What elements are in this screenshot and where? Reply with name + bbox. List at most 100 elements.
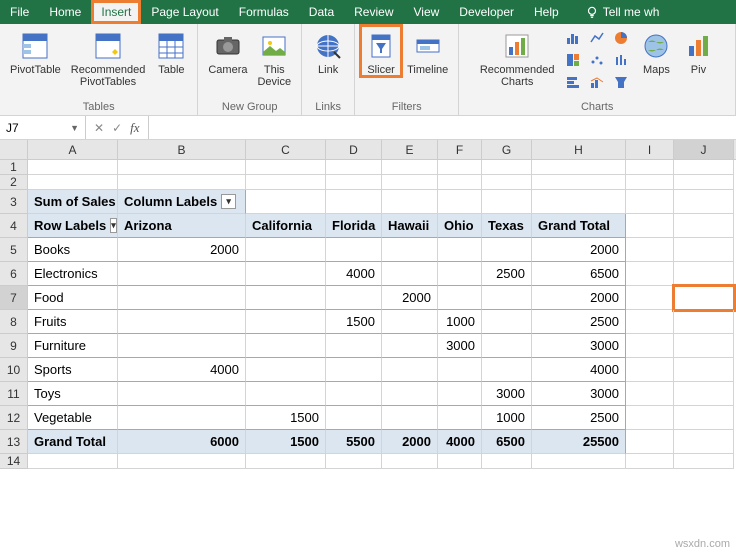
cell[interactable] (674, 454, 734, 469)
pie-chart-button[interactable] (610, 28, 632, 48)
tab-view[interactable]: View (404, 0, 450, 24)
row-header[interactable]: 6 (0, 262, 28, 286)
row-header[interactable]: 3 (0, 190, 28, 214)
cell[interactable] (674, 238, 734, 262)
cell[interactable] (326, 160, 382, 175)
row-header[interactable]: 8 (0, 310, 28, 334)
cell[interactable] (438, 190, 482, 214)
cell[interactable] (626, 175, 674, 190)
pivot-cell[interactable] (326, 358, 382, 382)
timeline-button[interactable]: Timeline (403, 26, 452, 76)
tab-home[interactable]: Home (39, 0, 91, 24)
pivot-cell[interactable] (326, 238, 382, 262)
row-header[interactable]: 12 (0, 406, 28, 430)
pivot-cell[interactable]: 4000 (326, 262, 382, 286)
pivot-grand-total[interactable]: 2000 (382, 430, 438, 454)
row-header[interactable]: 14 (0, 454, 28, 469)
pivot-col-header[interactable]: Florida (326, 214, 382, 238)
col-header[interactable]: H (532, 140, 626, 159)
row-header[interactable]: 11 (0, 382, 28, 406)
col-header[interactable]: I (626, 140, 674, 159)
cell[interactable] (674, 160, 734, 175)
pivot-cell[interactable]: 1000 (438, 310, 482, 334)
cell[interactable] (438, 454, 482, 469)
cell[interactable] (626, 334, 674, 358)
pivot-cell[interactable]: 2000 (532, 286, 626, 310)
tab-review[interactable]: Review (344, 0, 403, 24)
cell[interactable] (674, 214, 734, 238)
fx-icon[interactable]: fx (130, 120, 139, 136)
pivot-cell[interactable] (246, 262, 326, 286)
pivot-row-label[interactable]: Furniture (28, 334, 118, 358)
pivot-cell[interactable] (382, 238, 438, 262)
dropdown-icon[interactable] (110, 218, 117, 233)
tab-help[interactable]: Help (524, 0, 569, 24)
cell[interactable] (674, 430, 734, 454)
pivot-cell[interactable]: 2500 (532, 310, 626, 334)
pivot-cell[interactable] (326, 334, 382, 358)
pivot-cell[interactable] (246, 286, 326, 310)
cell[interactable] (382, 454, 438, 469)
bar-chart-button[interactable] (562, 72, 584, 92)
pivot-row-labels[interactable]: Row Labels (28, 214, 118, 238)
pivot-cell[interactable] (246, 238, 326, 262)
pivot-grand-total[interactable]: 1500 (246, 430, 326, 454)
cell[interactable] (674, 262, 734, 286)
name-box[interactable]: J7▼ (0, 116, 86, 139)
maps-button[interactable]: Maps (636, 26, 676, 76)
pivot-grand-total[interactable]: 5500 (326, 430, 382, 454)
cell[interactable] (28, 454, 118, 469)
pivot-cell[interactable] (382, 382, 438, 406)
cell[interactable] (532, 190, 626, 214)
pivot-cell[interactable]: 4000 (532, 358, 626, 382)
pivot-cell[interactable] (438, 238, 482, 262)
pivot-cell[interactable] (246, 310, 326, 334)
cell[interactable] (246, 175, 326, 190)
row-header[interactable]: 2 (0, 175, 28, 190)
cell[interactable] (626, 454, 674, 469)
row-header[interactable]: 13 (0, 430, 28, 454)
cell[interactable] (438, 160, 482, 175)
pivot-cell[interactable]: 1000 (482, 406, 532, 430)
link-button[interactable]: Link (308, 26, 348, 76)
col-header[interactable]: J (674, 140, 734, 159)
pivot-cell[interactable]: 1500 (246, 406, 326, 430)
col-header[interactable]: D (326, 140, 382, 159)
cell[interactable] (674, 334, 734, 358)
pivot-grand-total-label[interactable]: Grand Total (28, 430, 118, 454)
cell[interactable] (626, 190, 674, 214)
pivot-sum-of-sales[interactable]: Sum of Sales (28, 190, 118, 214)
recommended-pivottables-button[interactable]: Recommended PivotTables (67, 26, 150, 88)
pivot-col-header[interactable]: California (246, 214, 326, 238)
recommended-charts-button[interactable]: Recommended Charts (476, 26, 559, 88)
pivot-cell[interactable]: 2500 (532, 406, 626, 430)
pivot-col-header[interactable]: Ohio (438, 214, 482, 238)
pivot-cell[interactable]: 2500 (482, 262, 532, 286)
column-chart-button[interactable] (562, 28, 584, 48)
pivot-cell[interactable] (326, 382, 382, 406)
col-header[interactable]: G (482, 140, 532, 159)
camera-button[interactable]: Camera (204, 26, 251, 76)
cell[interactable] (674, 190, 734, 214)
this-device-button[interactable]: This Device (253, 26, 295, 88)
pivot-cell[interactable]: 3000 (532, 334, 626, 358)
cell[interactable] (246, 454, 326, 469)
pivot-row-label[interactable]: Toys (28, 382, 118, 406)
pivot-column-labels[interactable]: Column Labels (118, 190, 246, 214)
cancel-icon[interactable]: ✕ (94, 121, 104, 135)
row-header[interactable]: 7 (0, 286, 28, 310)
pivot-cell[interactable] (382, 310, 438, 334)
pivotchart-button[interactable]: Piv (678, 26, 718, 76)
pivot-cell[interactable] (326, 286, 382, 310)
cell[interactable] (482, 190, 532, 214)
tab-file[interactable]: File (0, 0, 39, 24)
pivot-cell[interactable] (118, 382, 246, 406)
cell[interactable] (326, 175, 382, 190)
col-header[interactable]: E (382, 140, 438, 159)
pivot-cell[interactable] (438, 406, 482, 430)
col-header[interactable]: C (246, 140, 326, 159)
col-header[interactable]: F (438, 140, 482, 159)
tab-page-layout[interactable]: Page Layout (141, 0, 228, 24)
pivot-col-header[interactable]: Arizona (118, 214, 246, 238)
pivot-cell[interactable]: 3000 (532, 382, 626, 406)
